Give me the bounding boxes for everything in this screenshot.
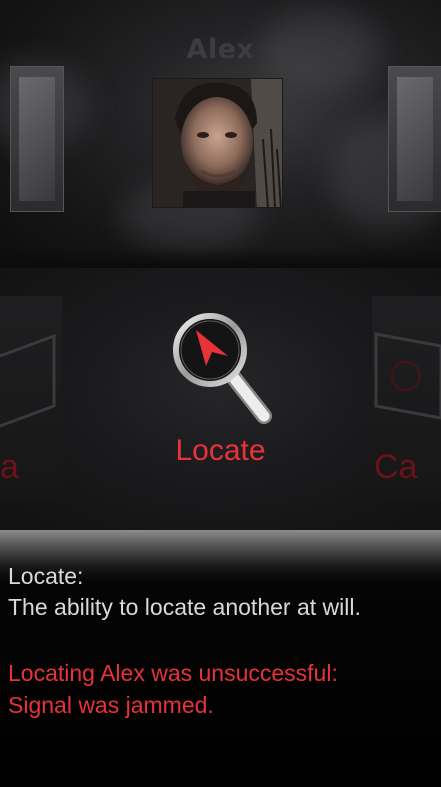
- next-ability-label: Ca: [374, 448, 418, 486]
- result-message: Locating Alex was unsuccessful:: [8, 660, 338, 686]
- result-reason: Signal was jammed.: [8, 692, 214, 718]
- magnifier-compass-icon: [173, 313, 272, 424]
- previous-character-card[interactable]: [10, 66, 64, 212]
- previous-character-image: [19, 77, 55, 201]
- character-portrait[interactable]: [152, 78, 283, 208]
- portrait-image: [153, 79, 282, 207]
- panel-divider: [0, 248, 441, 268]
- ability-carousel: a Locate Ca: [0, 268, 441, 530]
- next-character-image: [397, 77, 433, 201]
- locate-ability-button[interactable]: [172, 312, 272, 424]
- previous-ability-card[interactable]: a: [0, 296, 62, 501]
- ability-description-panel: Locate: The ability to locate another at…: [0, 530, 441, 787]
- character-name: Alex: [186, 34, 255, 65]
- next-character-card[interactable]: [388, 66, 441, 212]
- ability-name-heading: Locate:: [8, 563, 84, 589]
- next-ability-card[interactable]: Ca: [372, 296, 441, 501]
- ability-description: The ability to locate another at will.: [8, 594, 361, 620]
- character-carousel: Alex: [0, 0, 441, 268]
